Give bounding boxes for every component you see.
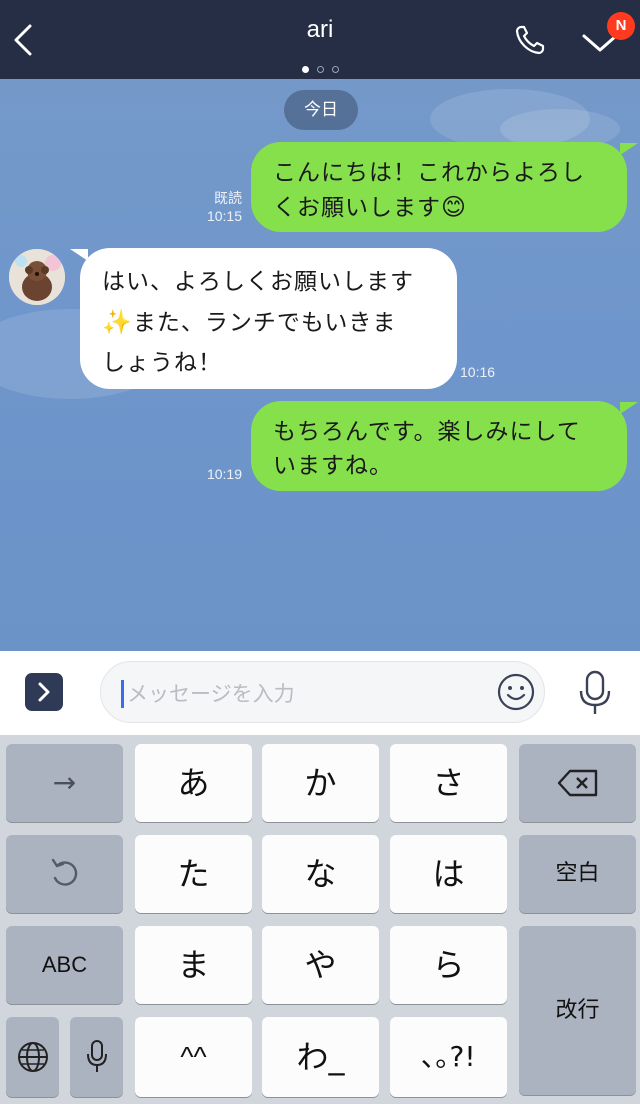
space-key[interactable]: 空白 — [519, 835, 636, 913]
smiley-icon — [497, 673, 535, 711]
japanese-keyboard: → あ か さ た な は 空白 ABC ま や ら 改行 ^^ わ_ ､｡?! — [0, 735, 640, 1104]
key-label: な — [304, 855, 337, 893]
bubble-tail — [620, 143, 638, 155]
punctuation-key[interactable]: ､｡?! — [390, 1017, 507, 1097]
page-dot — [331, 66, 339, 73]
notification-badge: N — [607, 12, 635, 40]
message-time: 10:15 — [206, 208, 242, 224]
delete-key[interactable] — [519, 744, 636, 822]
key-label: か — [304, 764, 337, 802]
message-time: 10:16 — [460, 364, 496, 380]
call-button[interactable] — [512, 22, 548, 58]
chat-header: ari N — [0, 0, 640, 79]
key-wa[interactable]: わ_ — [262, 1017, 379, 1097]
key-label: ､｡?! — [421, 1040, 476, 1073]
message-line: もちろんです。楽しみにして — [273, 419, 581, 445]
key-label: ^^ — [180, 1041, 207, 1072]
undo-icon — [51, 858, 77, 886]
message-line-wrap: くお願いします😊 — [273, 190, 605, 225]
key-label: は — [432, 855, 465, 893]
key-na[interactable]: な — [262, 835, 379, 913]
key-ma[interactable]: ま — [135, 926, 252, 1004]
dog-avatar-icon — [9, 249, 65, 305]
return-key[interactable]: 改行 — [519, 926, 636, 1095]
page-dot-active — [301, 66, 309, 73]
read-receipt: 既読 — [214, 190, 242, 206]
abc-key[interactable]: ABC — [6, 926, 123, 1004]
key-label: ら — [432, 946, 465, 984]
message-bubble-incoming[interactable]: はい、よろしくお願いします ✨また、ランチでもいきま しょうね！ — [80, 248, 457, 389]
key-label: ま — [177, 946, 210, 984]
backspace-icon — [557, 769, 597, 797]
expand-menu-button[interactable] — [25, 673, 63, 711]
message-input[interactable]: メッセージを入力 — [100, 661, 545, 723]
message-line: また、ランチでもいきま — [132, 310, 397, 336]
message-line: くお願いします — [273, 195, 441, 221]
message-time: 10:19 — [206, 466, 242, 482]
key-sa[interactable]: さ — [390, 744, 507, 822]
key-label: 改行 — [555, 998, 600, 1023]
key-label: さ — [432, 764, 465, 802]
page-dot — [316, 66, 324, 73]
key-ya[interactable]: や — [262, 926, 379, 1004]
key-label: た — [177, 855, 210, 893]
key-label: 空白 — [555, 861, 600, 886]
bubble-tail — [620, 402, 638, 414]
emoji-button[interactable] — [496, 672, 536, 712]
page-indicator — [0, 58, 640, 77]
message-line: こんにちは！これからよろし — [273, 160, 585, 186]
sparkles-emoji-icon: ✨ — [102, 308, 133, 336]
undo-key[interactable] — [6, 835, 123, 913]
phone-icon — [515, 25, 545, 55]
smiley-emoji-icon: 😊 — [441, 193, 468, 221]
key-label: あ — [177, 764, 210, 802]
chevron-right-icon — [38, 682, 50, 702]
text-caret — [121, 680, 124, 708]
globe-icon — [17, 1042, 48, 1072]
message-line: はい、よろしくお願いします — [102, 269, 414, 295]
key-ta[interactable]: た — [135, 835, 252, 913]
microphone-icon — [579, 670, 611, 714]
arrow-key[interactable]: → — [6, 744, 123, 822]
avatar[interactable] — [9, 249, 65, 305]
message-meta: 既読 10:15 — [186, 189, 242, 225]
dictation-key[interactable] — [70, 1017, 123, 1097]
key-ha[interactable]: は — [390, 835, 507, 913]
kaomoji-key[interactable]: ^^ — [135, 1017, 252, 1097]
message-bubble-outgoing[interactable]: こんにちは！これからよろし くお願いします😊 — [251, 142, 627, 232]
key-label: や — [304, 946, 337, 984]
key-ka[interactable]: か — [262, 744, 379, 822]
microphone-icon — [86, 1040, 107, 1072]
globe-key[interactable] — [6, 1017, 59, 1097]
voice-input-button[interactable] — [574, 669, 616, 717]
message-bubble-outgoing[interactable]: もちろんです。楽しみにして いますね。 — [251, 401, 627, 491]
message-input-bar: メッセージを入力 — [0, 651, 640, 735]
key-label: ABC — [41, 952, 88, 977]
date-separator: 今日 — [284, 90, 358, 130]
message-line: しょうね！ — [102, 350, 222, 376]
key-ra[interactable]: ら — [390, 926, 507, 1004]
arrow-icon: → — [52, 766, 77, 799]
message-input-placeholder: メッセージを入力 — [127, 682, 295, 706]
message-line: いますね。 — [273, 453, 393, 479]
message-line-wrap: ✨また、ランチでもいきま — [102, 302, 435, 343]
chat-area[interactable]: 今日 既読 10:15 こんにちは！これからよろし くお願いします😊 はい、よろ… — [0, 79, 640, 651]
key-a[interactable]: あ — [135, 744, 252, 822]
key-label: わ_ — [296, 1038, 345, 1076]
